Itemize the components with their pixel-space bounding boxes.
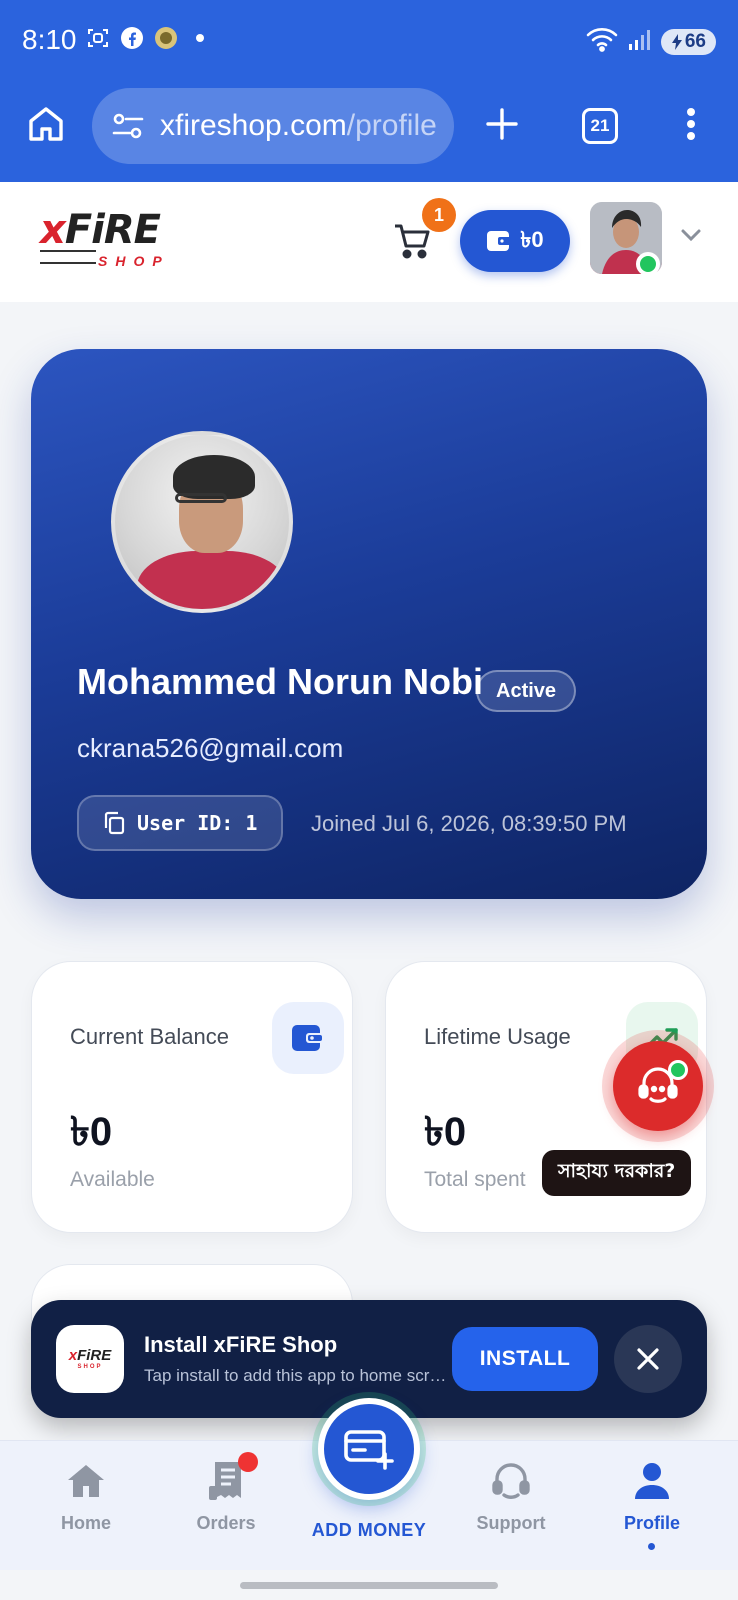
- install-button[interactable]: INSTALL: [452, 1327, 598, 1391]
- dot-icon: [188, 26, 212, 50]
- logo-speed-lines: [40, 250, 96, 264]
- copy-user-id-button[interactable]: User ID: 1: [77, 795, 283, 851]
- nav-orders[interactable]: Orders: [171, 1459, 281, 1534]
- browser-home-button[interactable]: [26, 100, 66, 148]
- support-icon: [489, 1459, 533, 1503]
- profile-email: ckrana526@gmail.com: [77, 733, 344, 763]
- close-icon: [637, 1348, 659, 1370]
- app-logo-wordmark: xFiRE: [69, 1348, 112, 1364]
- support-online-dot: [668, 1060, 688, 1080]
- balance-icon-box: [272, 1002, 344, 1074]
- tab-switcher-button[interactable]: 21: [580, 106, 620, 146]
- nav-profile[interactable]: Profile: [597, 1459, 707, 1534]
- status-notification-icons: [86, 26, 212, 50]
- logo-sub: SHOP: [98, 253, 170, 269]
- usage-value: ৳0: [424, 1110, 467, 1154]
- account-status-badge: Active: [476, 670, 577, 712]
- nav-support-label: Support: [476, 1513, 546, 1533]
- url-path: /profile: [346, 109, 437, 142]
- add-money-label: ADD MONEY: [311, 1520, 427, 1540]
- site-settings-icon[interactable]: [108, 106, 148, 146]
- profile-card: Mohammed Norun Nobi Active ckrana526@gma…: [31, 349, 707, 899]
- support-chat-button-inner: [613, 1041, 703, 1131]
- xfire-logo[interactable]: xFiRE SHOP: [40, 208, 190, 274]
- tab-count: 21: [582, 108, 618, 144]
- orders-notification-dot: [238, 1452, 258, 1472]
- browser-chrome: 8:10 66 xfireshop.com/profile 21: [0, 0, 738, 182]
- usage-label: Lifetime Usage: [424, 1024, 571, 1049]
- wallet-icon: [487, 231, 512, 251]
- nav-orders-label: Orders: [196, 1513, 256, 1533]
- usage-sub: Total spent: [424, 1168, 526, 1191]
- battery-level: 66: [684, 30, 706, 52]
- app-notification-icon: [154, 26, 178, 50]
- facebook-icon: [120, 26, 144, 50]
- user-id: User ID: 1: [137, 811, 258, 835]
- signal-icon: [627, 26, 653, 57]
- avatar-glasses: [175, 493, 227, 503]
- home-icon-svg: [68, 1465, 104, 1497]
- url-domain: xfireshop.com: [160, 109, 347, 142]
- install-description: Tap install to add this app to home scre…: [144, 1366, 449, 1385]
- logo-x: x: [40, 207, 66, 253]
- joined-date: Joined Jul 6, 2026, 08:39:50 PM: [311, 811, 627, 836]
- nav-support[interactable]: Support: [456, 1459, 566, 1534]
- current-balance-card: Current Balance ৳0 Available: [31, 961, 353, 1233]
- app-logo-fire: FiRE: [77, 1347, 112, 1364]
- install-title: Install xFiRE Shop: [144, 1332, 338, 1357]
- battery-indicator: 66: [660, 28, 716, 55]
- site-header: xFiRE SHOP 1 ৳0: [0, 182, 738, 302]
- cart-count-badge: 1: [422, 198, 456, 232]
- person-icon: [635, 1463, 669, 1499]
- home-icon: [29, 107, 63, 141]
- account-menu-toggle[interactable]: [678, 222, 704, 248]
- wallet-icon: [292, 1025, 324, 1051]
- nav-home-label: Home: [60, 1513, 111, 1533]
- logo-wordmark: xFiRE: [40, 208, 190, 252]
- online-status-dot: [636, 252, 660, 276]
- url-bar[interactable]: xfireshop.com/profile: [92, 88, 454, 164]
- profile-avatar[interactable]: [111, 431, 293, 613]
- screenshot-icon: [86, 26, 110, 50]
- active-tab-indicator: [648, 1543, 655, 1550]
- add-money-button[interactable]: [318, 1398, 420, 1500]
- wallet-balance-button[interactable]: ৳0: [460, 210, 570, 272]
- support-chat-button[interactable]: [602, 1030, 714, 1142]
- dismiss-install-button[interactable]: [614, 1325, 682, 1393]
- help-tooltip: সাহায্য দরকার?: [542, 1150, 692, 1196]
- copy-icon: [104, 811, 125, 835]
- logo-fire: FiRE: [64, 207, 161, 253]
- app-logo: xFiRE SHOP: [56, 1325, 124, 1393]
- status-time: 8:10: [22, 24, 77, 55]
- url-text: xfireshop.com/profile: [160, 109, 437, 143]
- app-logo-sub: SHOP: [77, 1364, 103, 1370]
- headset-icon: [492, 1463, 530, 1499]
- balance-sub: Available: [70, 1168, 155, 1191]
- charging-icon: [671, 33, 682, 50]
- profile-icon: [630, 1459, 674, 1503]
- avatar-shirt: [137, 551, 287, 609]
- add-card-icon: [344, 1430, 394, 1470]
- home-icon: [64, 1459, 108, 1503]
- new-tab-button[interactable]: [482, 104, 522, 144]
- plus-icon: [486, 108, 518, 140]
- status-system-icons: 66: [585, 26, 716, 57]
- wifi-icon: [585, 26, 619, 57]
- balance-label: Current Balance: [70, 1024, 229, 1049]
- browser-menu-button[interactable]: [676, 104, 706, 144]
- chevron-down-icon: [681, 229, 701, 242]
- nav-profile-label: Profile: [623, 1513, 680, 1533]
- app-logo-x: x: [68, 1347, 78, 1364]
- wallet-balance: ৳0: [520, 226, 544, 252]
- gesture-home-indicator[interactable]: [240, 1582, 498, 1589]
- more-vert-icon: [687, 108, 695, 140]
- balance-value: ৳0: [70, 1110, 113, 1154]
- nav-home[interactable]: Home: [31, 1459, 141, 1534]
- profile-name: Mohammed Norun Nobi: [77, 661, 483, 702]
- status-bar: 8:10 66: [0, 0, 738, 84]
